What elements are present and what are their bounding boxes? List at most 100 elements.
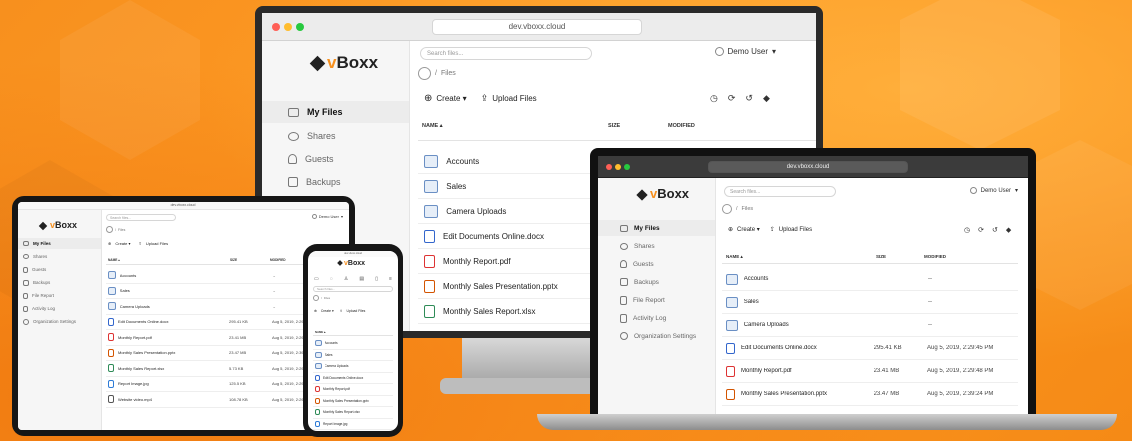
history-icon[interactable]: ◷ [964, 226, 970, 234]
file-name[interactable]: Monthly Report.pdf [323, 387, 393, 391]
create-button[interactable]: ⊕ Create ▾ [108, 241, 130, 246]
column-size[interactable]: SIZE [876, 254, 924, 259]
restore-icon[interactable]: ↺ [992, 226, 998, 234]
upload-files-button[interactable]: ⇪ Upload Files [340, 309, 366, 313]
sidebar-item-organization-settings[interactable]: Organization Settings [18, 316, 101, 327]
search-input[interactable]: Search files... [724, 186, 836, 197]
column-size[interactable]: SIZE [230, 258, 270, 262]
sidebar-item-activity-log[interactable]: Activity Log [18, 303, 101, 314]
file-name[interactable]: Edit Documents Online.docx [443, 232, 603, 241]
file-row[interactable]: Edit Documents Online.docx [313, 373, 393, 384]
sidebar-item-shares[interactable]: Shares [18, 251, 101, 262]
file-name[interactable]: Sales [325, 353, 394, 357]
file-row[interactable]: Monthly Report.pdf 23.41 MB Aug 5, 2019, 2… [722, 360, 1018, 383]
create-button[interactable]: ⊕ Create ▾ [424, 93, 467, 104]
address-bar[interactable]: dev.vboxx.cloud [432, 19, 642, 35]
sidebar-item-guests[interactable]: Guests [598, 256, 715, 272]
sidebar-item-shares[interactable]: Shares [262, 125, 409, 147]
file-name[interactable]: Monthly Sales Report.xlsx [323, 410, 393, 414]
file-name[interactable]: Accounts [120, 273, 226, 278]
search-input[interactable]: Search files... [420, 47, 592, 60]
create-button[interactable]: ⊕ Create ▾ [728, 226, 760, 233]
column-modified[interactable]: MODIFIED [668, 123, 788, 140]
sidebar-item-shares[interactable]: Shares [598, 238, 715, 254]
folder-icon[interactable]: ▭ [314, 276, 319, 282]
file-row[interactable]: Sales [418, 174, 618, 199]
sync-icon[interactable]: ⟳ [978, 226, 984, 234]
column-modified[interactable]: MODIFIED [924, 254, 1014, 259]
file-name[interactable]: Sales [446, 182, 606, 191]
sidebar-item-my-files[interactable]: My Files [262, 101, 409, 123]
file-name[interactable]: Report Image.jpg [118, 381, 225, 386]
file-name[interactable]: Sales [120, 288, 226, 293]
file-name[interactable]: Monthly Sales Report.xlsx [118, 366, 225, 371]
sidebar-item-guests[interactable]: Guests [18, 264, 101, 275]
column-name[interactable]: NAME ▴ [313, 330, 393, 334]
file-name[interactable]: Monthly Sales Presentation.pptx [118, 350, 225, 355]
file-row[interactable]: Sales [313, 350, 394, 361]
file-name[interactable]: Camera Uploads [120, 304, 226, 309]
column-size[interactable]: SIZE [608, 123, 668, 140]
home-icon[interactable] [722, 204, 732, 214]
home-icon[interactable] [106, 226, 113, 233]
file-name[interactable]: Camera Uploads [446, 207, 606, 216]
sidebar-item-backups[interactable]: Backups [262, 171, 409, 193]
backup-icon[interactable]: ▤ [359, 276, 364, 282]
file-name[interactable]: Report Image.jpg [323, 422, 393, 426]
sidebar-item-backups[interactable]: Backups [18, 277, 101, 288]
log-icon[interactable]: ≡ [389, 276, 392, 282]
maximize-dot[interactable] [296, 23, 304, 31]
minimize-dot[interactable] [615, 164, 621, 170]
sidebar-item-my-files[interactable]: My Files [18, 238, 101, 249]
file-name[interactable]: Monthly Report.pdf [741, 368, 868, 374]
file-name[interactable]: Accounts [325, 341, 394, 345]
create-button[interactable]: ⊕ Create ▾ [314, 309, 334, 313]
column-name[interactable]: NAME ▴ [106, 258, 230, 262]
file-name[interactable]: Edit Documents Online.docx [741, 345, 868, 351]
report-icon[interactable]: ▯ [375, 276, 378, 282]
share-icon[interactable]: ◌ [330, 276, 333, 282]
file-name[interactable]: Edit Documents Online.docx [323, 376, 393, 380]
address-bar[interactable]: dev.vboxx.cloud [148, 203, 218, 209]
home-icon[interactable] [313, 295, 319, 301]
maximize-dot[interactable] [624, 164, 630, 170]
file-name[interactable]: Monthly Report.pdf [118, 335, 225, 340]
sidebar-item-guests[interactable]: Guests [262, 148, 409, 170]
address-bar[interactable]: dev.vboxx.cloud [708, 161, 908, 173]
file-name[interactable]: Monthly Sales Presentation.pptx [741, 391, 868, 397]
file-row[interactable]: Monthly Sales Presentation.pptx 23.47 MB A… [722, 383, 1018, 406]
file-name[interactable]: Accounts [446, 157, 606, 166]
upload-files-button[interactable]: ⇪ Upload Files [138, 241, 168, 246]
file-row[interactable]: Monthly Sales Presentation.pptx [313, 396, 393, 407]
file-row[interactable]: Monthly Report.pdf [313, 384, 393, 396]
close-dot[interactable] [272, 23, 280, 31]
close-dot[interactable] [606, 164, 612, 170]
file-name[interactable]: Sales [744, 299, 869, 305]
sidebar-item-organization-settings[interactable]: Organization Settings [598, 328, 715, 344]
sidebar-item-backups[interactable]: Backups [598, 274, 715, 290]
file-name[interactable]: Monthly Sales Presentation.pptx [443, 282, 603, 291]
file-name[interactable]: Monthly Report.pdf [443, 257, 603, 266]
upload-files-button[interactable]: ⇪ Upload Files [770, 226, 812, 234]
upload-files-button[interactable]: ⇪ Upload Files [481, 93, 537, 104]
home-icon[interactable] [418, 67, 431, 80]
history-icon[interactable]: ◷ [710, 93, 718, 104]
file-name[interactable]: Website video.mp4 [118, 397, 225, 402]
file-row[interactable]: Camera Uploads -- [722, 314, 1018, 337]
sidebar-item-file-report[interactable]: File Report [598, 292, 715, 308]
file-name[interactable]: Accounts [744, 276, 869, 282]
restore-icon[interactable]: ↺ [745, 93, 753, 104]
file-name[interactable]: Monthly Sales Presentation.pptx [323, 399, 393, 403]
file-row[interactable]: Edit Documents Online.docx 295.41 KB Aug 5… [722, 337, 1018, 360]
address-bar[interactable]: dev.vboxx.cloud [332, 252, 374, 256]
file-row[interactable]: Camera Uploads [418, 199, 618, 224]
file-name[interactable]: Camera Uploads [744, 322, 869, 328]
file-row[interactable]: Edit Documents Online.docx [418, 224, 618, 249]
file-row[interactable]: Monthly Sales Presentation.pptx [418, 274, 618, 299]
minimize-dot[interactable] [284, 23, 292, 31]
file-row[interactable]: Monthly Sales Report.xlsx [418, 299, 618, 324]
user-menu[interactable]: Demo User ▾ [969, 187, 1018, 194]
eraser-icon[interactable]: ◆ [763, 93, 770, 104]
sidebar-item-my-files[interactable]: My Files [598, 220, 715, 236]
user-menu[interactable]: Demo User ▾ [714, 47, 776, 56]
